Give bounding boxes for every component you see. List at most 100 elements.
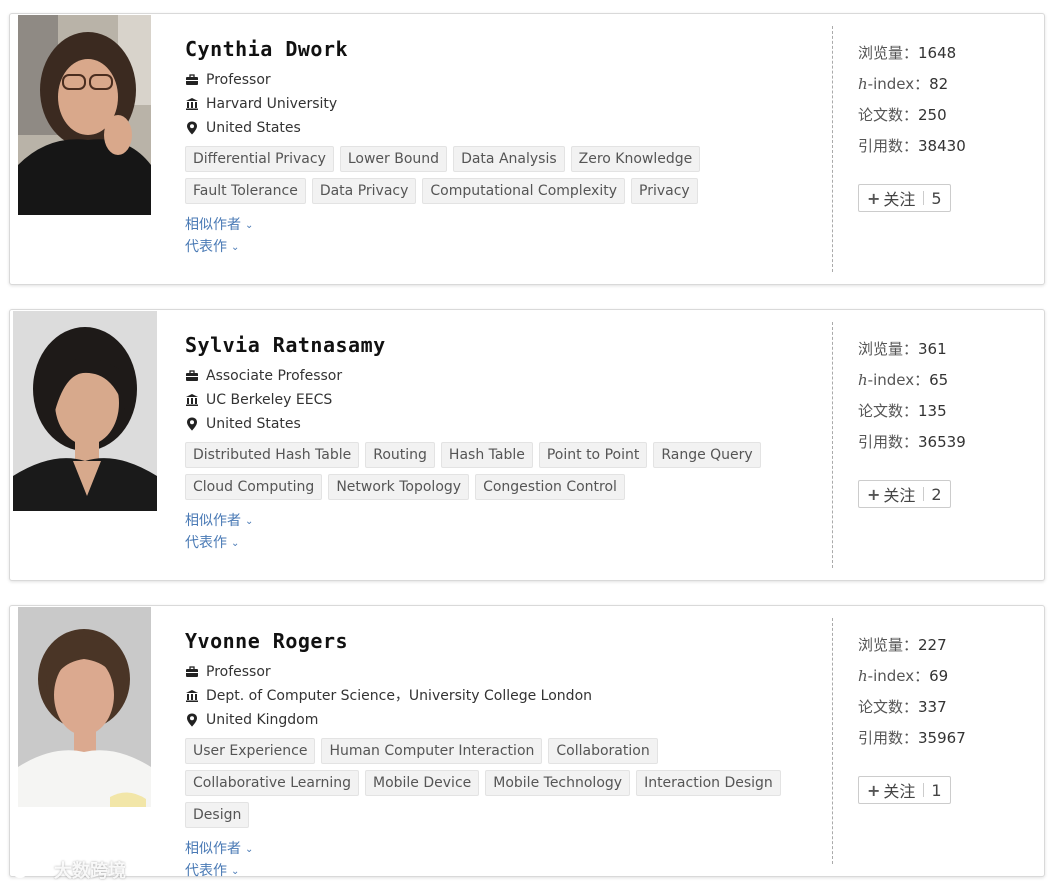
institution-icon <box>185 97 199 111</box>
views-value: 1648 <box>918 44 957 62</box>
citations-label: 引用数： <box>858 137 919 155</box>
hindex-prefix: h <box>858 667 868 685</box>
similar-authors-link[interactable]: 相似作者 ⌄ <box>185 838 825 860</box>
research-tag[interactable]: Data Privacy <box>311 178 417 204</box>
research-tag[interactable]: Routing <box>365 442 435 468</box>
representative-works-link[interactable]: 代表作 ⌄ <box>185 532 825 554</box>
follow-button[interactable]: + 关注 5 <box>858 184 951 212</box>
scholar-position: Professor <box>206 72 271 88</box>
scholar-photo[interactable] <box>18 15 151 215</box>
chevron-down-icon: ⌄ <box>245 220 254 231</box>
research-tag[interactable]: Fault Tolerance <box>185 178 306 204</box>
research-tag[interactable]: Lower Bound <box>339 146 448 172</box>
follow-label: 关注 <box>883 486 916 505</box>
views-stat: 浏览量：227 <box>858 632 1038 663</box>
research-tag[interactable]: Distributed Hash Table <box>185 442 360 468</box>
follow-separator <box>923 783 925 797</box>
affiliation-row: Harvard University <box>185 92 825 116</box>
research-tag[interactable]: Hash Table <box>440 442 533 468</box>
views-stat: 浏览量：361 <box>858 336 1038 367</box>
similar-authors-link[interactable]: 相似作者 ⌄ <box>185 510 825 532</box>
scholar-position: Professor <box>206 664 271 680</box>
research-tags: Distributed Hash Table Routing Hash Tabl… <box>185 442 805 506</box>
papers-value: 337 <box>918 698 947 716</box>
scholar-stats: 浏览量：1648 h-index：82 论文数：250 引用数：38430 + … <box>858 40 1038 212</box>
briefcase-icon <box>185 369 199 383</box>
research-tag[interactable]: User Experience <box>185 738 316 764</box>
research-tag[interactable]: Congestion Control <box>475 474 625 500</box>
hindex-suffix: -index： <box>867 667 930 685</box>
research-tag[interactable]: Differential Privacy <box>185 146 334 172</box>
plus-icon: + <box>867 780 881 800</box>
views-stat: 浏览量：1648 <box>858 40 1038 71</box>
hindex-value: 69 <box>929 667 949 685</box>
papers-value: 250 <box>918 106 947 124</box>
follow-label: 关注 <box>883 190 916 209</box>
scholar-position: Associate Professor <box>206 368 343 384</box>
scholar-name[interactable]: Yvonne Rogers <box>185 628 825 654</box>
research-tag[interactable]: Data Analysis <box>453 146 565 172</box>
follow-separator <box>923 191 925 205</box>
hindex-suffix: -index： <box>867 75 930 93</box>
divider <box>832 26 833 272</box>
papers-label: 论文数： <box>858 698 919 716</box>
scholar-photo[interactable] <box>18 607 151 807</box>
scholar-affiliation: Dept. of Computer Science，University Col… <box>206 688 593 704</box>
country-row: United States <box>185 412 825 436</box>
research-tag[interactable]: Point to Point <box>538 442 648 468</box>
affiliation-row: UC Berkeley EECS <box>185 388 825 412</box>
research-tag[interactable]: Network Topology <box>328 474 470 500</box>
papers-stat: 论文数：250 <box>858 102 1038 133</box>
research-tag[interactable]: Interaction Design <box>636 770 781 796</box>
research-tags: User Experience Human Computer Interacti… <box>185 738 805 834</box>
scholar-name[interactable]: Sylvia Ratnasamy <box>185 332 825 358</box>
position-row: Professor <box>185 660 825 684</box>
scholar-card: Yvonne Rogers Professor Dept. of Compute… <box>9 605 1045 879</box>
briefcase-icon <box>185 665 199 679</box>
scholar-affiliation: Harvard University <box>206 96 338 112</box>
research-tag[interactable]: Zero Knowledge <box>570 146 701 172</box>
research-tag[interactable]: Collaborative Learning <box>185 770 359 796</box>
country-row: United States <box>185 116 825 140</box>
research-tag[interactable]: Privacy <box>631 178 698 204</box>
research-tag[interactable]: Range Query <box>653 442 761 468</box>
research-tag[interactable]: Computational Complexity <box>422 178 626 204</box>
representative-works-link[interactable]: 代表作 ⌄ <box>185 236 825 258</box>
scholar-photo[interactable] <box>13 311 157 511</box>
plus-icon: + <box>867 484 881 504</box>
representative-works-label: 代表作 <box>185 239 227 255</box>
position-row: Professor <box>185 68 825 92</box>
location-pin-icon <box>185 121 199 135</box>
scholar-card: Sylvia Ratnasamy Associate Professor UC … <box>9 309 1045 581</box>
scholar-stats: 浏览量：227 h-index：69 论文数：337 引用数：35967 + 关… <box>858 632 1038 804</box>
research-tag[interactable]: Mobile Technology <box>485 770 631 796</box>
watermark: 大数跨境 <box>10 856 126 884</box>
representative-works-label: 代表作 <box>185 863 227 879</box>
views-label: 浏览量： <box>858 44 919 62</box>
hindex-value: 82 <box>929 75 949 93</box>
follow-separator <box>923 487 925 501</box>
divider <box>832 322 833 568</box>
similar-authors-label: 相似作者 <box>185 513 241 529</box>
position-row: Associate Professor <box>185 364 825 388</box>
scholar-country: United States <box>206 120 301 136</box>
similar-authors-label: 相似作者 <box>185 217 241 233</box>
follow-button[interactable]: + 关注 1 <box>858 776 951 804</box>
chevron-down-icon: ⌄ <box>245 844 254 855</box>
hindex-label: h-index： <box>858 75 929 93</box>
watermark-logo-icon <box>12 862 48 878</box>
hindex-label: h-index： <box>858 371 929 389</box>
similar-authors-link[interactable]: 相似作者 ⌄ <box>185 214 825 236</box>
hindex-suffix: -index： <box>867 371 930 389</box>
research-tag[interactable]: Human Computer Interaction <box>321 738 543 764</box>
citations-label: 引用数： <box>858 433 919 451</box>
papers-stat: 论文数：337 <box>858 694 1038 725</box>
scholar-name[interactable]: Cynthia Dwork <box>185 36 825 62</box>
research-tag[interactable]: Design <box>185 802 250 828</box>
country-row: United Kingdom <box>185 708 825 732</box>
follow-button[interactable]: + 关注 2 <box>858 480 951 508</box>
research-tag[interactable]: Mobile Device <box>365 770 480 796</box>
research-tag[interactable]: Cloud Computing <box>185 474 323 500</box>
representative-works-link[interactable]: 代表作 ⌄ <box>185 860 825 882</box>
research-tag[interactable]: Collaboration <box>548 738 658 764</box>
